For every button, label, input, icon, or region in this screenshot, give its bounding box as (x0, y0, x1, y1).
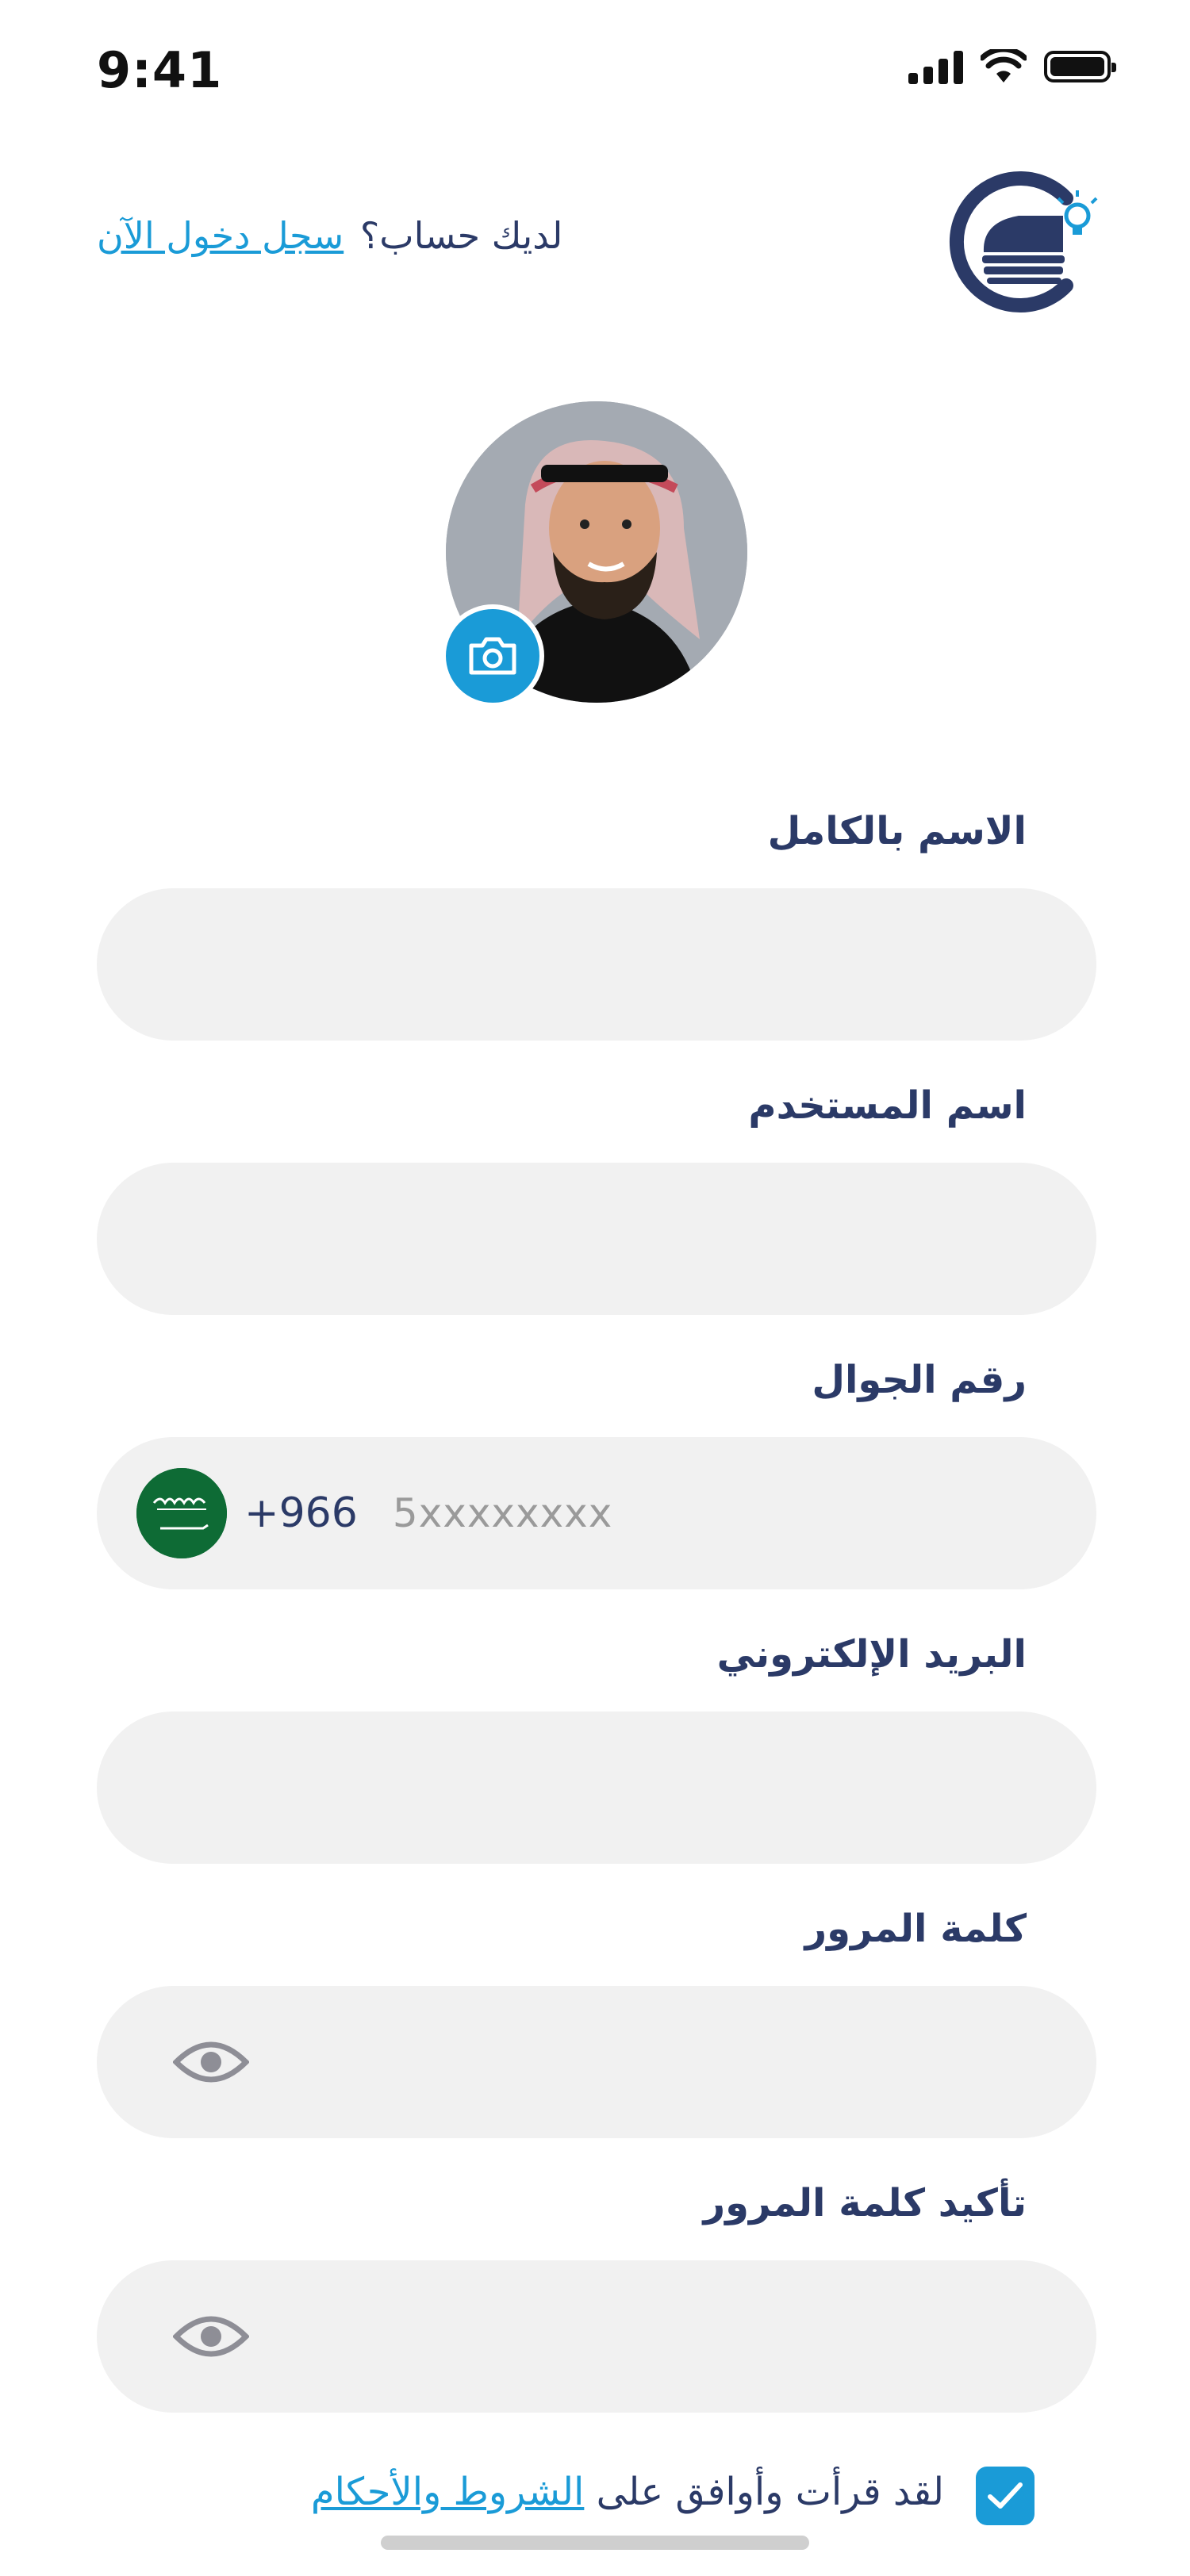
status-time: 9:41 (97, 41, 223, 99)
phone-input-placeholder[interactable]: 5xxxxxxxx (393, 1490, 613, 1536)
password-label: كلمة المرور (804, 1907, 1027, 1951)
eye-icon[interactable] (173, 2038, 249, 2086)
status-icons (908, 49, 1116, 84)
terms-row: لقد قرأت وأوافق على الشروط والأحكام (0, 2467, 1190, 2530)
email-field[interactable] (97, 1712, 1096, 1864)
app-logo-icon (949, 171, 1098, 312)
check-icon (988, 2482, 1023, 2509)
home-indicator (381, 2536, 809, 2550)
wifi-icon (981, 49, 1027, 82)
confirm-password-label: تأكيد كلمة المرور (703, 2181, 1027, 2225)
confirm-password-field[interactable] (97, 2260, 1096, 2413)
full-name-field[interactable] (97, 888, 1096, 1041)
terms-text: لقد قرأت وأوافق على الشروط والأحكام (311, 2470, 944, 2514)
change-photo-button[interactable] (441, 604, 544, 707)
terms-link[interactable]: الشروط والأحكام (311, 2470, 585, 2514)
saudi-flag-icon[interactable] (136, 1468, 227, 1558)
camera-icon (469, 637, 516, 675)
terms-checkbox[interactable] (976, 2467, 1035, 2525)
country-code[interactable]: +966 (244, 1489, 358, 1537)
login-link[interactable]: سجل دخول الآن (97, 214, 344, 257)
full-name-label: الاسم بالكامل (767, 809, 1027, 853)
terms-prefix: لقد قرأت وأوافق على (596, 2470, 944, 2514)
phone-field[interactable]: +966 5xxxxxxxx (97, 1437, 1096, 1589)
cellular-signal-icon (908, 49, 963, 84)
login-prompt-text: لديك حساب؟ (359, 214, 563, 257)
status-bar: 9:41 (0, 0, 1190, 143)
username-label: اسم المستخدم (748, 1083, 1027, 1128)
profile-photo-picker[interactable] (441, 401, 747, 707)
username-field[interactable] (97, 1163, 1096, 1315)
email-label: البريد الإلكتروني (716, 1632, 1027, 1677)
eye-icon[interactable] (173, 2313, 249, 2360)
battery-icon (1044, 51, 1116, 82)
password-field[interactable] (97, 1986, 1096, 2138)
phone-label: رقم الجوال (812, 1358, 1027, 1402)
login-prompt-row: لديك حساب؟ سجل دخول الآن (97, 214, 562, 257)
